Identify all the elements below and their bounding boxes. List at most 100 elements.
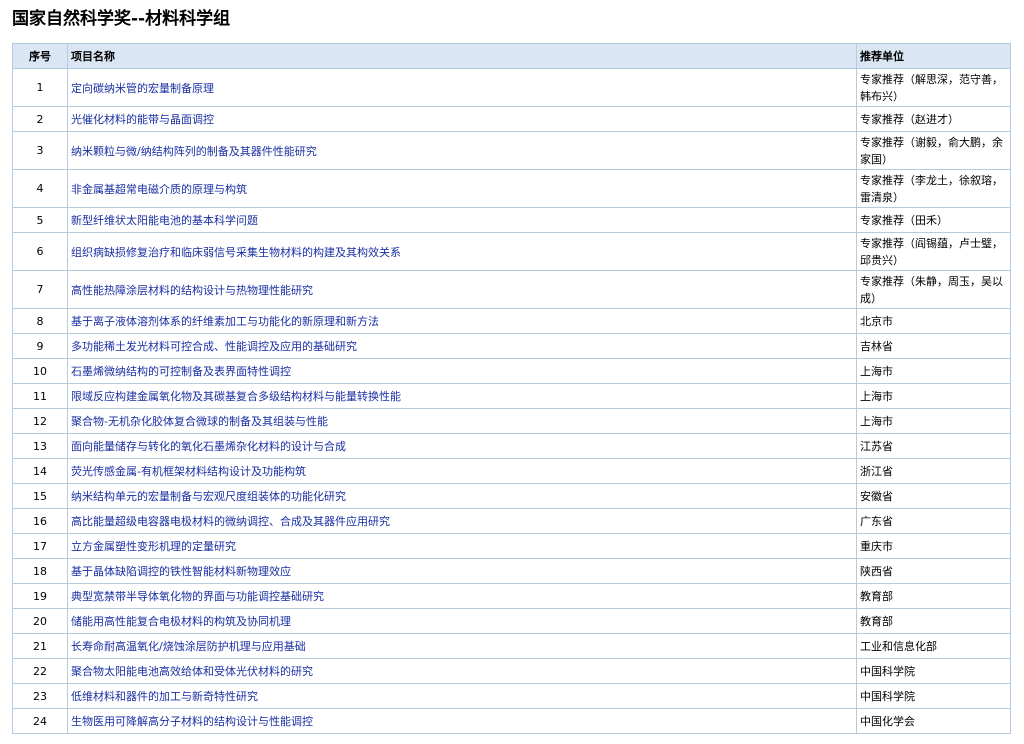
project-name-link[interactable]: 高性能热障涂层材料的结构设计与热物理性能研究 <box>67 270 857 309</box>
page: 国家自然科学奖--材料科学组 序号 项目名称 推荐单位 1 定向碳纳米管的宏量制备… <box>0 0 1024 744</box>
row-index: 4 <box>12 169 68 208</box>
table-row: 2 光催化材料的能带与晶面调控 专家推荐（赵进才） <box>12 106 1011 132</box>
project-name-link[interactable]: 纳米颗粒与微/纳结构阵列的制备及其器件性能研究 <box>67 131 857 170</box>
project-name-link[interactable]: 长寿命耐高温氧化/烧蚀涂层防护机理与应用基础 <box>67 633 857 659</box>
recommender-cell: 北京市 <box>856 308 1011 334</box>
recommender-cell: 教育部 <box>856 583 1011 609</box>
table-row: 12 聚合物-无机杂化胶体复合微球的制备及其组装与性能 上海市 <box>12 408 1011 434</box>
project-name-link[interactable]: 基于离子液体溶剂体系的纤维素加工与功能化的新原理和新方法 <box>67 308 857 334</box>
project-name-link[interactable]: 限域反应构建金属氧化物及其碳基复合多级结构材料与能量转换性能 <box>67 383 857 409</box>
page-title: 国家自然科学奖--材料科学组 <box>12 9 231 29</box>
row-index: 18 <box>12 558 68 584</box>
table-row: 21 长寿命耐高温氧化/烧蚀涂层防护机理与应用基础 工业和信息化部 <box>12 633 1011 659</box>
row-index: 24 <box>12 708 68 734</box>
row-index: 9 <box>12 333 68 359</box>
recommender-cell: 专家推荐（阎锡蕴，卢士璧，邱贵兴） <box>856 232 1011 271</box>
table-row: 3 纳米颗粒与微/纳结构阵列的制备及其器件性能研究 专家推荐（谢毅，俞大鹏，余家国） <box>12 131 1011 170</box>
project-name-link[interactable]: 石墨烯微纳结构的可控制备及表界面特性调控 <box>67 358 857 384</box>
table-row: 16 高比能量超级电容器电极材料的微纳调控、合成及其器件应用研究 广东省 <box>12 508 1011 534</box>
recommender-cell: 工业和信息化部 <box>856 633 1011 659</box>
recommender-cell: 专家推荐（朱静，周玉，吴以成） <box>856 270 1011 309</box>
recommender-cell: 上海市 <box>856 383 1011 409</box>
recommender-cell: 中国科学院 <box>856 658 1011 684</box>
project-name-link[interactable]: 聚合物太阳能电池高效给体和受体光伏材料的研究 <box>67 658 857 684</box>
table-row: 6 组织病缺损修复治疗和临床弱信号采集生物材料的构建及其构效关系 专家推荐（阎锡蕴，… <box>12 232 1011 271</box>
recommender-cell: 教育部 <box>856 608 1011 634</box>
recommender-cell: 上海市 <box>856 358 1011 384</box>
row-index: 7 <box>12 270 68 309</box>
recommender-cell: 专家推荐（谢毅，俞大鹏，余家国） <box>856 131 1011 170</box>
row-index: 5 <box>12 207 68 233</box>
project-name-link[interactable]: 荧光传感金属-有机框架材料结构设计及功能构筑 <box>67 458 857 484</box>
table-row: 11 限域反应构建金属氧化物及其碳基复合多级结构材料与能量转换性能 上海市 <box>12 383 1011 409</box>
header-project-name: 项目名称 <box>67 43 857 69</box>
project-name-link[interactable]: 聚合物-无机杂化胶体复合微球的制备及其组装与性能 <box>67 408 857 434</box>
table-body: 1 定向碳纳米管的宏量制备原理 专家推荐（解思深，范守善，韩布兴） 2 光催化材料的能带… <box>12 68 1011 734</box>
table-row: 9 多功能稀土发光材料可控合成、性能调控及应用的基础研究 吉林省 <box>12 333 1011 359</box>
recommender-cell: 专家推荐（赵进才） <box>856 106 1011 132</box>
row-index: 22 <box>12 658 68 684</box>
table-row: 22 聚合物太阳能电池高效给体和受体光伏材料的研究 中国科学院 <box>12 658 1011 684</box>
header-index: 序号 <box>12 43 68 69</box>
project-name-link[interactable]: 储能用高性能复合电极材料的构筑及协同机理 <box>67 608 857 634</box>
table-row: 19 典型宽禁带半导体氧化物的界面与功能调控基础研究 教育部 <box>12 583 1011 609</box>
table-row: 8 基于离子液体溶剂体系的纤维素加工与功能化的新原理和新方法 北京市 <box>12 308 1011 334</box>
project-name-link[interactable]: 定向碳纳米管的宏量制备原理 <box>67 68 857 107</box>
row-index: 20 <box>12 608 68 634</box>
project-name-link[interactable]: 多功能稀土发光材料可控合成、性能调控及应用的基础研究 <box>67 333 857 359</box>
project-name-link[interactable]: 低维材料和器件的加工与新奇特性研究 <box>67 683 857 709</box>
row-index: 11 <box>12 383 68 409</box>
table-row: 14 荧光传感金属-有机框架材料结构设计及功能构筑 浙江省 <box>12 458 1011 484</box>
project-name-link[interactable]: 基于晶体缺陷调控的铁性智能材料新物理效应 <box>67 558 857 584</box>
row-index: 10 <box>12 358 68 384</box>
table-row: 17 立方金属塑性变形机理的定量研究 重庆市 <box>12 533 1011 559</box>
row-index: 15 <box>12 483 68 509</box>
recommender-cell: 专家推荐（解思深，范守善，韩布兴） <box>856 68 1011 107</box>
project-name-link[interactable]: 生物医用可降解高分子材料的结构设计与性能调控 <box>67 708 857 734</box>
row-index: 21 <box>12 633 68 659</box>
row-index: 16 <box>12 508 68 534</box>
table-row: 1 定向碳纳米管的宏量制备原理 专家推荐（解思深，范守善，韩布兴） <box>12 68 1011 107</box>
recommender-cell: 浙江省 <box>856 458 1011 484</box>
project-name-link[interactable]: 光催化材料的能带与晶面调控 <box>67 106 857 132</box>
row-index: 3 <box>12 131 68 170</box>
row-index: 12 <box>12 408 68 434</box>
project-name-link[interactable]: 非金属基超常电磁介质的原理与构筑 <box>67 169 857 208</box>
project-name-link[interactable]: 典型宽禁带半导体氧化物的界面与功能调控基础研究 <box>67 583 857 609</box>
recommender-cell: 安徽省 <box>856 483 1011 509</box>
table-row: 4 非金属基超常电磁介质的原理与构筑 专家推荐（李龙土，徐叙瑢，雷清泉） <box>12 169 1011 208</box>
row-index: 6 <box>12 232 68 271</box>
recommender-cell: 中国化学会 <box>856 708 1011 734</box>
project-name-link[interactable]: 立方金属塑性变形机理的定量研究 <box>67 533 857 559</box>
header-recommender: 推荐单位 <box>856 43 1011 69</box>
row-index: 13 <box>12 433 68 459</box>
project-name-link[interactable]: 高比能量超级电容器电极材料的微纳调控、合成及其器件应用研究 <box>67 508 857 534</box>
recommender-cell: 陕西省 <box>856 558 1011 584</box>
project-name-link[interactable]: 新型纤维状太阳能电池的基本科学问题 <box>67 207 857 233</box>
recommender-cell: 专家推荐（李龙土，徐叙瑢，雷清泉） <box>856 169 1011 208</box>
row-index: 1 <box>12 68 68 107</box>
table-row: 7 高性能热障涂层材料的结构设计与热物理性能研究 专家推荐（朱静，周玉，吴以成） <box>12 270 1011 309</box>
row-index: 17 <box>12 533 68 559</box>
recommender-cell: 广东省 <box>856 508 1011 534</box>
recommender-cell: 吉林省 <box>856 333 1011 359</box>
row-index: 14 <box>12 458 68 484</box>
recommender-cell: 专家推荐（田禾） <box>856 207 1011 233</box>
row-index: 2 <box>12 106 68 132</box>
project-name-link[interactable]: 组织病缺损修复治疗和临床弱信号采集生物材料的构建及其构效关系 <box>67 232 857 271</box>
table-row: 15 纳米结构单元的宏量制备与宏观尺度组装体的功能化研究 安徽省 <box>12 483 1011 509</box>
row-index: 19 <box>12 583 68 609</box>
project-name-link[interactable]: 纳米结构单元的宏量制备与宏观尺度组装体的功能化研究 <box>67 483 857 509</box>
table-header-row: 序号 项目名称 推荐单位 <box>12 43 1011 69</box>
recommender-cell: 重庆市 <box>856 533 1011 559</box>
table-row: 5 新型纤维状太阳能电池的基本科学问题 专家推荐（田禾） <box>12 207 1011 233</box>
recommender-cell: 江苏省 <box>856 433 1011 459</box>
row-index: 23 <box>12 683 68 709</box>
project-name-link[interactable]: 面向能量储存与转化的氧化石墨烯杂化材料的设计与合成 <box>67 433 857 459</box>
table-row: 10 石墨烯微纳结构的可控制备及表界面特性调控 上海市 <box>12 358 1011 384</box>
recommender-cell: 中国科学院 <box>856 683 1011 709</box>
table-row: 18 基于晶体缺陷调控的铁性智能材料新物理效应 陕西省 <box>12 558 1011 584</box>
table-row: 24 生物医用可降解高分子材料的结构设计与性能调控 中国化学会 <box>12 708 1011 734</box>
table-row: 23 低维材料和器件的加工与新奇特性研究 中国科学院 <box>12 683 1011 709</box>
recommender-cell: 上海市 <box>856 408 1011 434</box>
